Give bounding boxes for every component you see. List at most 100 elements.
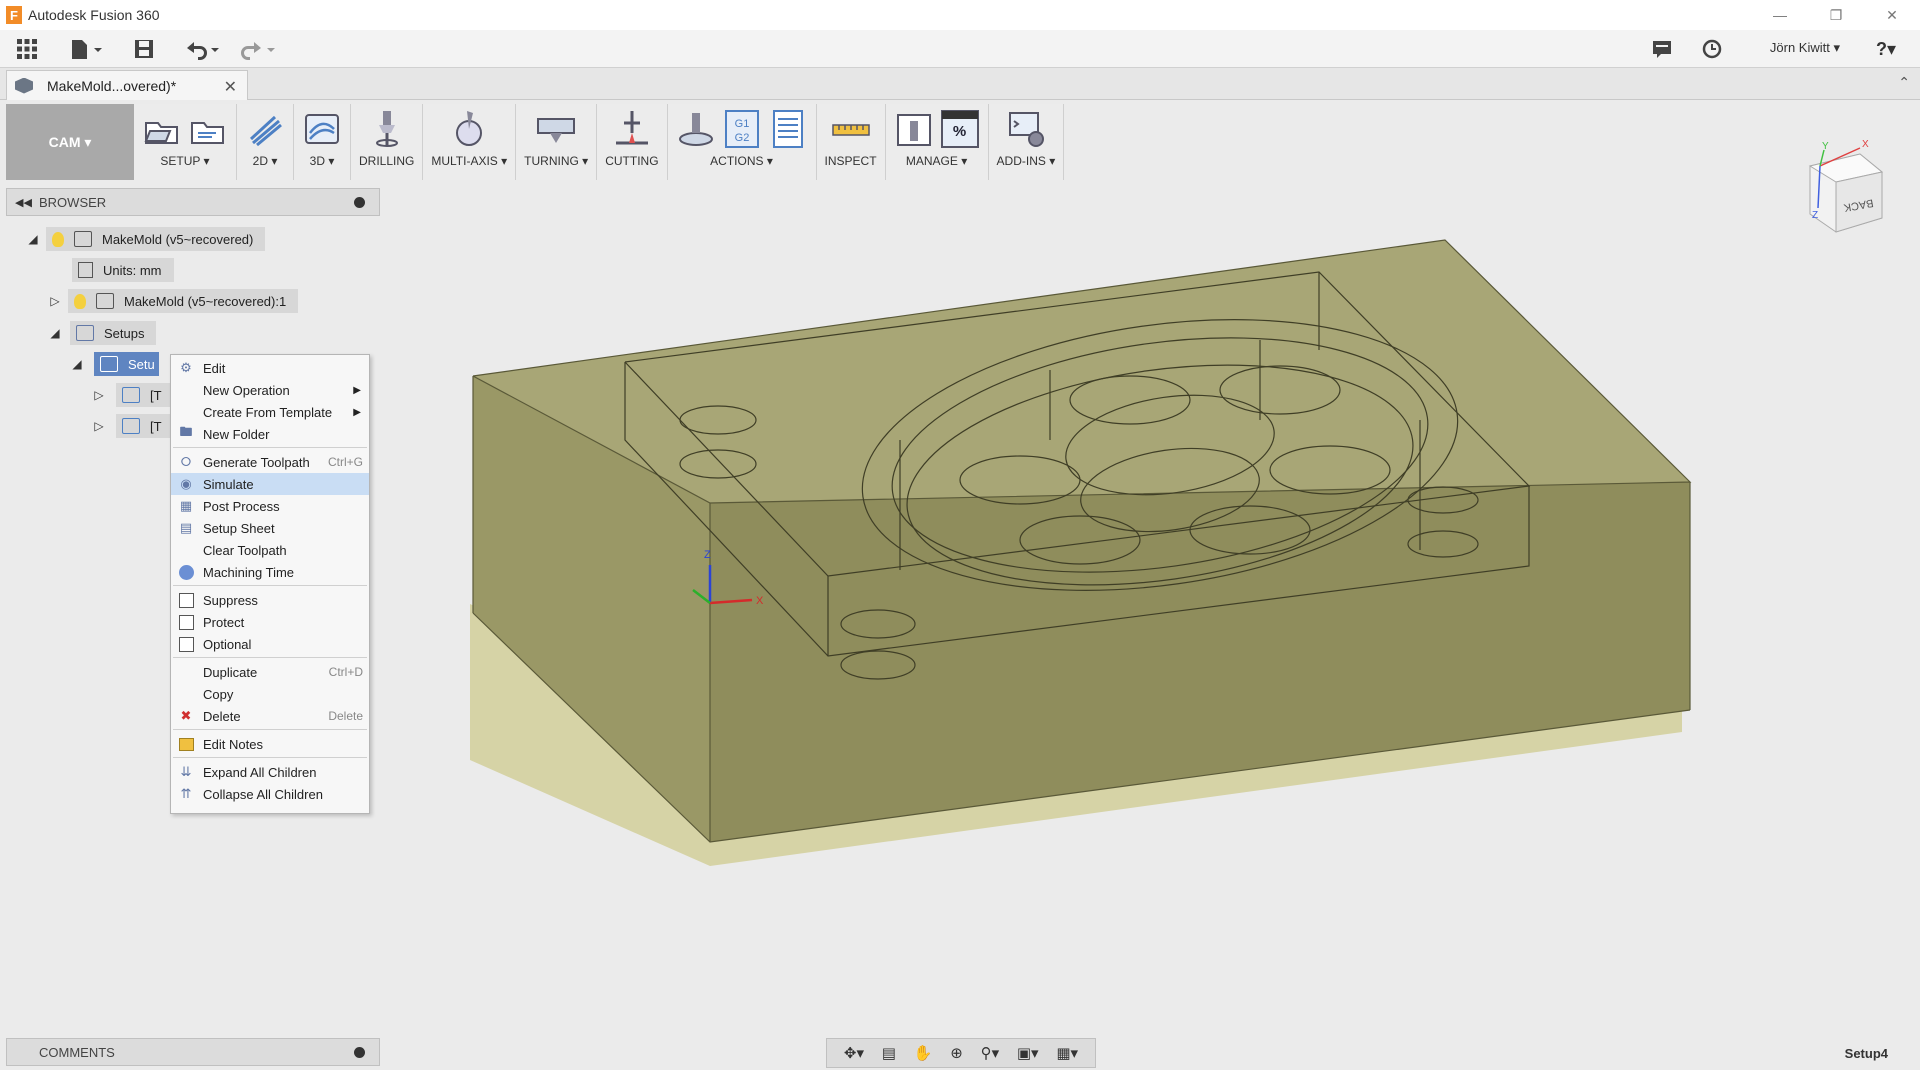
user-account-menu[interactable]: Jörn Kiwitt ▾ [1770, 40, 1840, 56]
operation-row-2[interactable]: ▷ [T [92, 413, 174, 439]
menu-setup-sheet[interactable]: ▤ Setup Sheet [171, 517, 369, 539]
minimize-icon[interactable]: — [1752, 0, 1808, 30]
menu-new-folder[interactable]: 🖿 New Folder [171, 423, 369, 445]
expand-triangle-icon[interactable]: ▷ [92, 388, 106, 402]
fit-icon[interactable]: ⚲▾ [981, 1044, 1000, 1062]
simulate-icon: ◉ [180, 476, 192, 491]
document-icon [74, 231, 92, 247]
menu-clear-toolpath[interactable]: Clear Toolpath [171, 539, 369, 561]
view-cube[interactable]: BACK X Y Z [1800, 136, 1890, 236]
post-process-icon: ▦ [179, 498, 193, 513]
2d-group[interactable]: 2D ▾ [237, 104, 294, 180]
menu-machining-time[interactable]: Machining Time [171, 561, 369, 583]
restore-icon[interactable]: ❐ [1808, 0, 1864, 30]
operation-node-2[interactable]: [T [116, 414, 174, 438]
zoom-icon[interactable]: ⊕ [950, 1044, 963, 1062]
units-row[interactable]: Units: mm [72, 257, 174, 283]
document-tab[interactable]: MakeMold...overed)* ✕ [6, 70, 248, 100]
blank-icon [177, 382, 195, 398]
document-icon [15, 77, 33, 94]
expand-triangle-icon[interactable]: ▷ [48, 294, 62, 308]
visibility-bulb-icon[interactable] [74, 293, 86, 309]
new-setup-icon[interactable] [142, 109, 182, 149]
operation-node-1[interactable]: [T [116, 383, 174, 407]
2d-adaptive-icon[interactable] [245, 109, 285, 149]
menu-optional-label: Optional [203, 636, 252, 652]
menu-expand-all[interactable]: ⇊ Expand All Children [171, 761, 369, 783]
navigation-bar: ✥▾ ▤ ✋ ⊕ ⚲▾ ▣▾ ▦▾ [826, 1038, 1096, 1068]
menu-generate-toolpath[interactable]: ⭘ Generate Toolpath Ctrl+G [171, 451, 369, 473]
help-icon[interactable]: ?▾ [1866, 36, 1906, 62]
grid-icon[interactable]: ▦▾ [1056, 1044, 1078, 1062]
redo-icon[interactable] [238, 36, 280, 62]
pin-icon[interactable] [354, 197, 365, 208]
browser-header[interactable]: ◀◀ BROWSER [6, 188, 380, 216]
component-row[interactable]: ▷ MakeMold (v5~recovered):1 [48, 288, 299, 314]
tree-root-row[interactable]: ◢ MakeMold (v5~recovered) [26, 226, 266, 252]
root-label: MakeMold (v5~recovered) [102, 231, 254, 247]
3d-viewport[interactable]: Z X [380, 100, 1920, 1040]
menu-edit-notes[interactable]: Edit Notes [171, 733, 369, 755]
menu-suppress[interactable]: Suppress [171, 589, 369, 611]
file-menu-icon[interactable] [66, 36, 106, 62]
look-at-icon[interactable]: ▤ [882, 1044, 896, 1062]
display-settings-icon[interactable]: ▣▾ [1017, 1044, 1039, 1062]
menu-post-process[interactable]: ▦ Post Process [171, 495, 369, 517]
root-node[interactable]: MakeMold (v5~recovered) [46, 227, 266, 251]
setup-group[interactable]: SETUP ▾ [134, 104, 237, 180]
workspace-switcher[interactable]: CAM ▾ [6, 104, 134, 180]
3d-group[interactable]: 3D ▾ [294, 104, 351, 180]
menu-new-operation-label: New Operation [203, 382, 290, 398]
setup-row[interactable]: ◢ Setu [70, 351, 159, 377]
visibility-bulb-icon[interactable] [52, 231, 64, 247]
component-node[interactable]: MakeMold (v5~recovered):1 [68, 289, 299, 313]
setups-folder-icon [76, 325, 94, 341]
menu-edit[interactable]: ⚙ Edit [171, 357, 369, 379]
close-icon[interactable]: ✕ [1864, 0, 1920, 30]
tab-close-icon[interactable]: ✕ [224, 77, 237, 97]
setups-row[interactable]: ◢ Setups [48, 320, 157, 346]
browser-title: BROWSER [39, 194, 107, 210]
chevron-up-icon[interactable]: ⌃ [1898, 74, 1910, 91]
menu-simulate[interactable]: ◉ Simulate [171, 473, 369, 495]
menu-suppress-label: Suppress [203, 592, 258, 608]
menu-separator [173, 657, 367, 658]
setup-node[interactable]: Setu [94, 352, 159, 376]
axis-z-label: Z [704, 549, 711, 561]
collapse-triangle-icon[interactable]: ◢ [48, 326, 62, 340]
comments-title: COMMENTS [39, 1044, 115, 1060]
clock-icon[interactable] [1700, 36, 1724, 62]
job-status-icon[interactable] [1650, 36, 1674, 62]
checkbox-icon [177, 592, 195, 608]
units-node[interactable]: Units: mm [72, 258, 174, 282]
3d-adaptive-icon[interactable] [302, 109, 342, 149]
expand-triangle-icon[interactable]: ▷ [92, 419, 106, 433]
orbit-icon[interactable]: ✥▾ [844, 1044, 864, 1062]
menu-protect[interactable]: Protect [171, 611, 369, 633]
notes-icon [177, 736, 195, 752]
menu-duplicate[interactable]: Duplicate Ctrl+D [171, 661, 369, 683]
collapse-triangle-icon[interactable]: ◢ [70, 357, 84, 371]
pan-hand-icon[interactable]: ✋ [914, 1044, 933, 1062]
comments-header[interactable]: COMMENTS [6, 1038, 380, 1066]
data-panel-grid-icon[interactable] [14, 36, 40, 62]
setup-sheet-icon: ▤ [179, 520, 193, 535]
menu-optional[interactable]: Optional [171, 633, 369, 655]
menu-new-operation[interactable]: New Operation ▶ [171, 379, 369, 401]
save-icon[interactable] [132, 36, 156, 62]
window-title: Autodesk Fusion 360 [28, 7, 160, 23]
collapse-triangle-icon[interactable]: ◢ [26, 232, 40, 246]
setups-node[interactable]: Setups [70, 321, 157, 345]
setup-folder-icon[interactable] [188, 109, 228, 149]
operation-row-1[interactable]: ▷ [T [92, 382, 174, 408]
menu-collapse-all[interactable]: ⇈ Collapse All Children [171, 783, 369, 805]
add-comment-icon[interactable] [354, 1047, 365, 1058]
collapse-panel-icon[interactable]: ◀◀ [15, 196, 32, 209]
menu-copy[interactable]: Copy [171, 683, 369, 705]
menu-delete[interactable]: ✖ Delete Delete [171, 705, 369, 727]
menu-create-from-template[interactable]: Create From Template ▶ [171, 401, 369, 423]
submenu-arrow-icon: ▶ [353, 384, 361, 396]
component-label: MakeMold (v5~recovered):1 [124, 293, 287, 309]
menu-generate-toolpath-label: Generate Toolpath [203, 454, 310, 470]
undo-icon[interactable] [182, 36, 224, 62]
